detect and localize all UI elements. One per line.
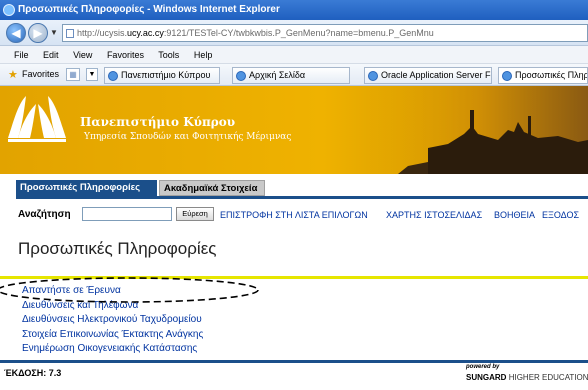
search-row: Αναζήτηση Εύρεση ΕΠΙΣΤΡΟΦΗ ΣΤΗ ΛΙΣΤΑ ΕΠΙ… <box>18 207 588 223</box>
footer-divider <box>0 360 588 363</box>
page-title: Προσωπικές Πληροφορίες <box>18 239 217 258</box>
tab-list-dropdown-icon[interactable]: ▼ <box>86 68 98 81</box>
emergency-contacts-link[interactable]: Στοιχεία Επικοινωνίας Έκτακτης Ανάγκης <box>22 328 203 343</box>
back-arrow-icon[interactable]: ◀ <box>6 23 26 43</box>
powered-by-label: powered by <box>466 364 500 370</box>
help-link[interactable]: ΒΟΗΘΕΙΑ <box>494 208 535 222</box>
menu-bar: File Edit View Favorites Tools Help <box>0 46 588 64</box>
exit-link[interactable]: ΕΞΟΔΟΣ <box>542 208 579 222</box>
favorites-bar: ★ Favorites ▦ ▼ Πανεπιστήμιο Κύπρου Αρχι… <box>0 64 588 86</box>
back-to-menu-link[interactable]: ΕΠΙΣΤΡΟΦΗ ΣΤΗ ΛΙΣΤΑ ΕΠΙΛΟΓΩΝ <box>220 208 368 222</box>
favorites-star-icon[interactable]: ★ <box>8 68 18 81</box>
tab-personal-info[interactable]: Προσωπικές Πληροφ... <box>498 67 588 84</box>
quick-tabs-icon[interactable]: ▦ <box>66 68 80 81</box>
campus-skyline-icon <box>368 86 588 174</box>
menu-view[interactable]: View <box>73 50 92 60</box>
personal-info-menu: Απαντήστε σε Έρευνα Διευθύνσεις και Τηλέ… <box>22 284 203 357</box>
sungard-logo: SUNGARD HIGHER EDUCATION <box>466 373 588 382</box>
tab-academic-records[interactable]: Ακαδημαϊκά Στοιχεία <box>159 180 265 196</box>
ie-page-icon <box>368 71 378 81</box>
tab-personal-information[interactable]: Προσωπικές Πληροφορίες <box>16 180 157 196</box>
menu-tools[interactable]: Tools <box>158 50 179 60</box>
menu-help[interactable]: Help <box>194 50 213 60</box>
window-title: Προσωπικές Πληροφορίες - Windows Interne… <box>18 4 280 15</box>
ie-logo-icon <box>3 4 15 16</box>
marital-status-link[interactable]: Ενημέρωση Οικογενειακής Κατάστασης <box>22 342 203 357</box>
ie-page-icon <box>108 71 118 81</box>
history-dropdown-icon[interactable]: ▼ <box>50 28 58 37</box>
forward-arrow-icon[interactable]: ▶ <box>28 23 48 43</box>
tab-underline <box>16 196 588 199</box>
menu-file[interactable]: File <box>14 50 29 60</box>
favorites-button[interactable]: Favorites <box>22 69 59 79</box>
tab-home[interactable]: Αρχική Σελίδα <box>232 67 350 84</box>
email-addresses-link[interactable]: Διευθύνσεις Ηλεκτρονικού Ταχυδρομείου <box>22 313 203 328</box>
university-banner: Πανεπιστήμιο Κύπρου Υπηρεσία Σπουδών και… <box>0 86 588 174</box>
search-button[interactable]: Εύρεση <box>176 207 214 221</box>
ie-page-icon <box>236 71 246 81</box>
survey-link[interactable]: Απαντήστε σε Έρευνα <box>22 284 203 299</box>
tab-oracle[interactable]: Oracle Application Server Fo... <box>364 67 492 84</box>
address-input[interactable]: http://ucysis.ucy.ac.cy:9121/TESTel-CY/t… <box>62 24 588 42</box>
university-name: Πανεπιστήμιο Κύπρου <box>80 115 236 129</box>
university-logo-icon <box>8 96 66 142</box>
search-label: Αναζήτηση <box>18 209 71 220</box>
university-department: Υπηρεσία Σπουδών και Φοιτητικής Μέριμνας <box>84 132 292 142</box>
search-input[interactable] <box>82 207 172 221</box>
release-version: ΈΚΔΟΣΗ: 7.3 <box>4 368 62 378</box>
menu-favorites[interactable]: Favorites <box>107 50 144 60</box>
site-map-link[interactable]: ΧΑΡΤΗΣ ΙΣΤΟΣΕΛΙΔΑΣ <box>386 208 482 222</box>
page-icon <box>66 29 74 38</box>
window-title-bar: Προσωπικές Πληροφορίες - Windows Interne… <box>0 0 588 20</box>
address-toolbar: ◀ ▶ ▼ http://ucysis.ucy.ac.cy:9121/TESTe… <box>0 20 588 46</box>
ie-page-icon <box>502 71 512 81</box>
addresses-phones-link[interactable]: Διευθύνσεις και Τηλέφωνα <box>22 299 203 314</box>
tab-university[interactable]: Πανεπιστήμιο Κύπρου <box>104 67 220 84</box>
menu-edit[interactable]: Edit <box>43 50 59 60</box>
title-divider <box>0 276 588 279</box>
